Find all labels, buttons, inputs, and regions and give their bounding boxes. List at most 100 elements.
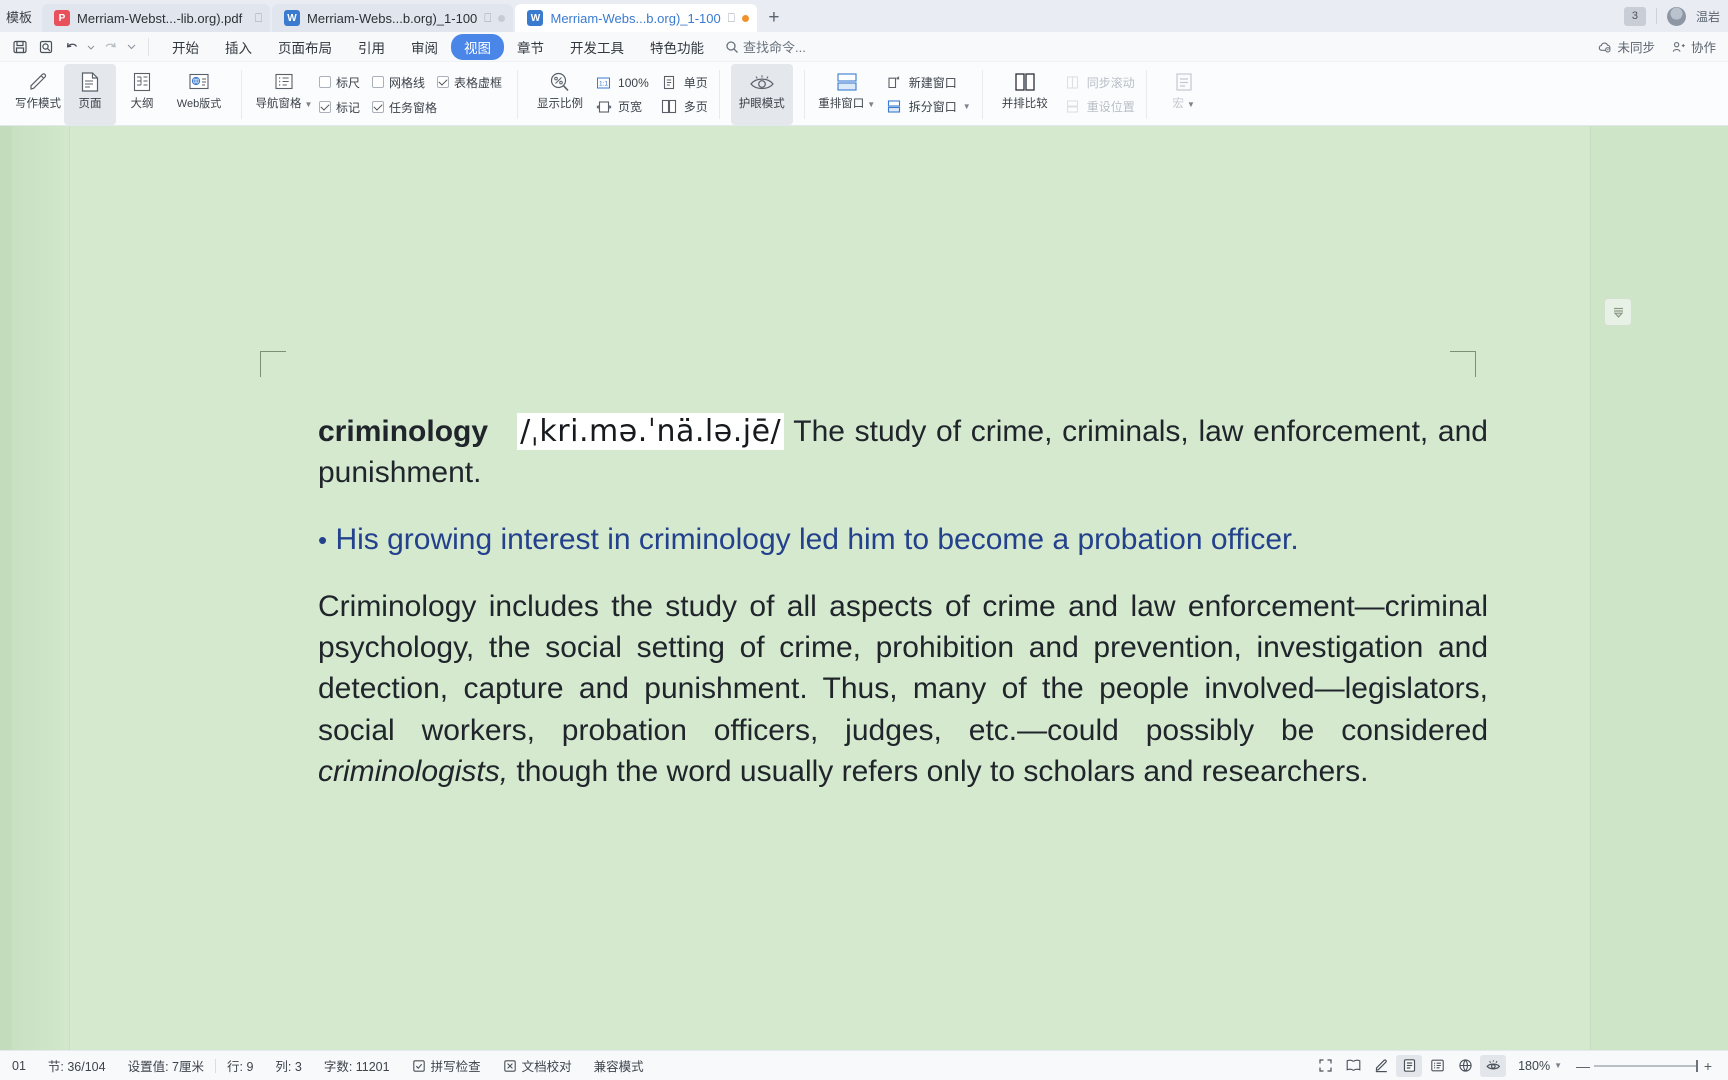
status-row[interactable]: 行: 9 (216, 1056, 264, 1075)
tabbar-right-group: 3 温岩 (1623, 0, 1728, 32)
zoom-100-button[interactable]: 1:1 100% (595, 74, 649, 91)
page-view-icon[interactable] (1396, 1054, 1423, 1077)
menu-tab-page-layout[interactable]: 页面布局 (265, 34, 345, 60)
checkbox-gridlines[interactable]: 网格线 (372, 74, 425, 91)
eye-icon (747, 69, 777, 95)
new-window-button[interactable]: 新建窗口 (886, 74, 971, 91)
rearrange-icon (834, 69, 860, 95)
template-label[interactable]: 模板 (0, 0, 42, 32)
status-compatibility-mode[interactable]: 兼容模式 (583, 1056, 655, 1075)
checkbox-table-borders[interactable]: 表格虚框 (437, 74, 502, 91)
menu-tab-start[interactable]: 开始 (159, 34, 212, 60)
sync-status-button[interactable]: 未同步 (1597, 37, 1655, 56)
zoom-level-label: 180% (1518, 1058, 1551, 1073)
monitor-icon: ⎕ (727, 10, 735, 25)
zoom-in-button[interactable]: + (1698, 1058, 1718, 1074)
status-bar: 01 节: 36/104 设置值: 7厘米 行: 9 列: 3 字数: 1120… (0, 1050, 1728, 1080)
view-web-layout-button[interactable]: Web版式 (168, 64, 230, 125)
eye-protect-mode-button[interactable]: 护眼模式 (730, 64, 793, 125)
menu-tab-review[interactable]: 审阅 (398, 34, 451, 60)
redo-icon[interactable] (98, 35, 122, 59)
menu-tab-references[interactable]: 引用 (345, 34, 398, 60)
definition-text: The study of crime, criminals, law enfor… (318, 415, 1488, 490)
eye-protect-icon[interactable] (1480, 1054, 1507, 1077)
status-proofread[interactable]: 文档校对 (492, 1056, 583, 1075)
quick-access-toolbar (8, 35, 138, 59)
zoom-out-button[interactable]: — (1572, 1058, 1594, 1074)
checkbox-box (372, 101, 385, 113)
print-preview-icon[interactable] (34, 35, 58, 59)
checkbox-task-pane[interactable]: 任务窗格 (372, 99, 437, 116)
menu-tab-section[interactable]: 章节 (504, 34, 557, 60)
chevron-down-icon[interactable]: ▼ (1554, 1061, 1562, 1070)
chevron-down-icon[interactable]: ▼ (867, 100, 875, 109)
reset-position-button: 重设位置 (1064, 98, 1135, 115)
rearrange-windows-button[interactable]: 重排窗口 ▼ (816, 64, 878, 125)
status-section[interactable]: 节: 36/104 (37, 1056, 117, 1075)
collapse-pane-button[interactable] (1604, 298, 1632, 326)
undo-icon[interactable] (60, 35, 84, 59)
view-page-button[interactable]: 页面 (64, 64, 116, 125)
checkbox-ruler[interactable]: 标尺 (319, 74, 360, 91)
pen-view-icon[interactable] (1368, 1055, 1394, 1077)
split-window-button[interactable]: 拆分窗口 ▼ (886, 98, 971, 115)
cloud-sync-icon (1599, 42, 1611, 53)
undo-caret-icon[interactable] (86, 35, 96, 59)
new-tab-button[interactable]: + (759, 4, 789, 32)
user-name-label[interactable]: 温岩 (1696, 8, 1720, 25)
document-tab-2[interactable]: W Merriam-Webs...b.org)_1-100 ⎕ (272, 4, 514, 32)
status-proofread-label: 文档校对 (521, 1060, 572, 1074)
compare-actions: 同步滚动 重设位置 (1056, 64, 1135, 125)
view-outline-button[interactable]: 大纲 (116, 64, 168, 125)
checkbox-gridlines-label: 网格线 (389, 75, 426, 90)
zoom-slider-knob[interactable] (1696, 1059, 1698, 1072)
zoom-ratio-button[interactable]: 显示比例 (529, 64, 591, 125)
window-count-badge[interactable]: 3 (1623, 6, 1646, 26)
outline-view-icon[interactable] (1424, 1055, 1450, 1077)
book-view-icon[interactable] (1340, 1055, 1366, 1077)
multi-page-button[interactable]: 多页 (661, 98, 708, 115)
page-width-button[interactable]: 页宽 (595, 98, 649, 115)
avatar[interactable] (1666, 6, 1686, 26)
save-icon[interactable] (8, 35, 32, 59)
status-word-count[interactable]: 字数: 11201 (313, 1056, 401, 1075)
proofread-icon (503, 1059, 516, 1072)
document-tab-3-active[interactable]: W Merriam-Webs...b.org)_1-100 ⎕ (515, 4, 757, 32)
document-text-content[interactable]: criminology /ˌkri.mə.ˈnä.lə.jē/ The stud… (318, 411, 1488, 818)
collaborate-button[interactable]: 协作 (1671, 37, 1716, 56)
status-spellcheck[interactable]: 拼写检查 (401, 1056, 492, 1075)
zoom-options: 1:1 100% 页宽 (591, 64, 649, 125)
single-page-button[interactable]: 单页 (661, 74, 708, 91)
chevron-down-icon[interactable]: ▼ (305, 100, 313, 109)
navigation-pane-button[interactable]: 导航窗格 ▼ (253, 64, 315, 125)
split-window-label: 拆分窗口 (908, 100, 957, 114)
web-view-icon[interactable] (1452, 1055, 1478, 1077)
document-page[interactable]: criminology /ˌkri.mə.ˈnä.lə.jē/ The stud… (70, 126, 1590, 1050)
chevron-down-icon[interactable]: ▼ (963, 102, 971, 111)
menu-tab-developer[interactable]: 开发工具 (557, 34, 637, 60)
document-canvas[interactable]: criminology /ˌkri.mə.ˈnä.lə.jē/ The stud… (0, 126, 1728, 1050)
fullscreen-icon[interactable] (1312, 1055, 1338, 1077)
status-page[interactable]: 01 (8, 1059, 37, 1073)
menu-tab-view[interactable]: 视图 (451, 33, 504, 60)
find-command-search[interactable]: 查找命令... (725, 37, 806, 56)
checkbox-box (437, 76, 450, 88)
checkbox-table-borders-label: 表格虚框 (454, 75, 503, 90)
status-spellcheck-label: 拼写检查 (430, 1060, 481, 1074)
document-tab-1[interactable]: P Merriam-Webst...-lib.org).pdf ⎕ (42, 4, 271, 32)
headword: criminology (318, 415, 489, 448)
menu-tab-features[interactable]: 特色功能 (637, 34, 717, 60)
checkbox-box (372, 76, 385, 88)
zoom-slider[interactable]: — + (1568, 1058, 1718, 1074)
divider (148, 37, 149, 56)
side-by-side-button[interactable]: 并排比较 (994, 64, 1056, 125)
eye-protect-mode-label: 护眼模式 (738, 98, 785, 110)
customize-quick-access-icon[interactable] (124, 35, 138, 59)
status-setting-value[interactable]: 设置值: 7厘米 (117, 1056, 215, 1075)
zoom-level-control[interactable]: 180% ▼ (1508, 1059, 1566, 1073)
checkbox-markup[interactable]: 标记 (319, 99, 360, 116)
view-writing-mode-button[interactable]: 写作模式 (12, 64, 64, 125)
zoom-slider-track[interactable] (1594, 1059, 1698, 1072)
menu-tab-insert[interactable]: 插入 (212, 34, 265, 60)
status-column[interactable]: 列: 3 (264, 1056, 312, 1075)
